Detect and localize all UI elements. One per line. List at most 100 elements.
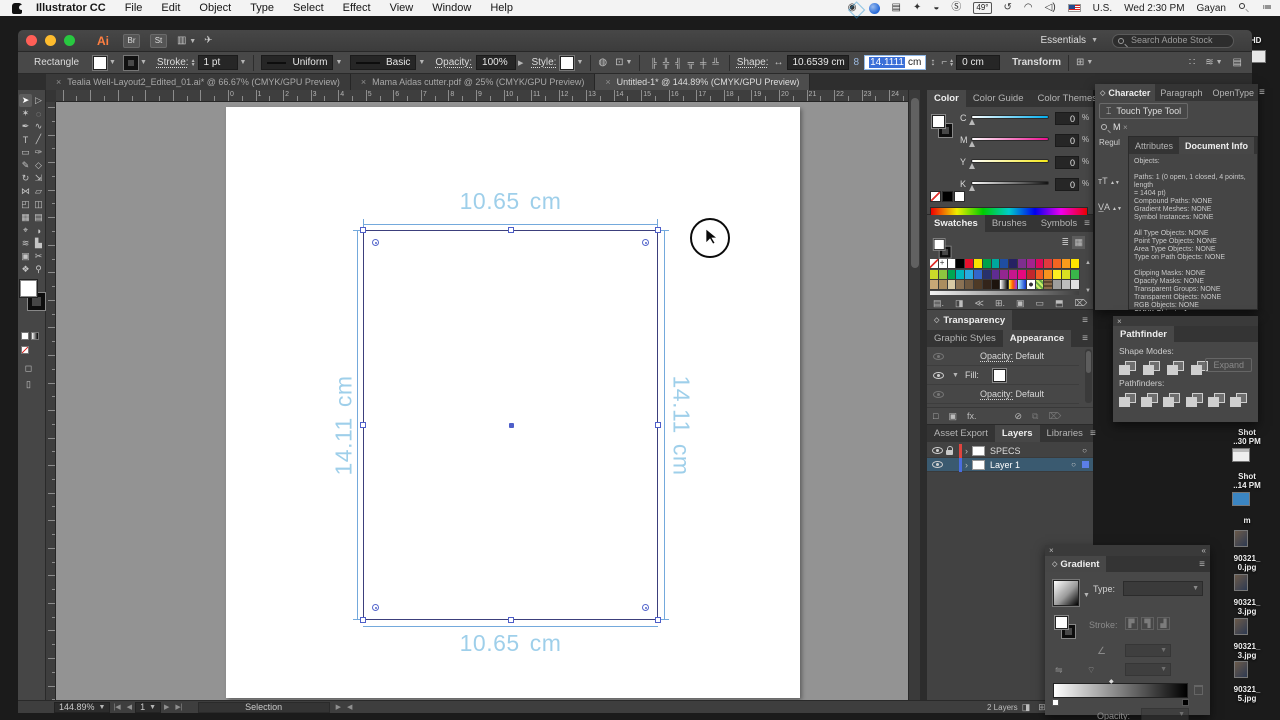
corner-widget[interactable] <box>642 239 649 246</box>
handle-bottom-center[interactable] <box>507 617 514 623</box>
horizontal-ruler[interactable]: 0 1 2 3 4 5 6 7 8 9 10 11 12 13 14 15 16 17 18 19 20 21 22 23 24 <box>46 90 908 102</box>
layer-row[interactable]: › Layer 1 ○ <box>927 457 1093 472</box>
menu-bar-clock[interactable]: Wed 2:30 PM <box>1124 3 1184 14</box>
visibility-icon[interactable] <box>932 461 943 468</box>
swatch[interactable] <box>982 280 992 290</box>
corner-widget[interactable] <box>372 604 379 611</box>
new-swatch-icon[interactable]: ⬒ <box>1055 298 1064 309</box>
visibility-icon[interactable] <box>932 447 943 454</box>
panel-menu-icon[interactable]: ≡ <box>1084 215 1095 232</box>
tab-opentype[interactable]: OpenType <box>1207 84 1259 101</box>
swatch[interactable] <box>1070 269 1080 280</box>
gradient-thumb-dropdown-icon[interactable]: ▼ <box>1083 592 1090 599</box>
first-artboard-icon[interactable]: |◀ <box>113 703 120 711</box>
bridge-button[interactable]: Br <box>123 33 140 48</box>
tab-attributes[interactable]: Attributes <box>1129 137 1179 154</box>
align-right-icon[interactable]: ╣ <box>675 58 681 68</box>
none-mode-button[interactable] <box>21 346 29 354</box>
color-fill-stroke-widget[interactable] <box>930 113 956 143</box>
gradient-thumbnail[interactable] <box>1052 579 1080 607</box>
swatch-kinds-icon[interactable]: ◨ <box>955 298 964 309</box>
swatch[interactable] <box>965 269 974 280</box>
shape-link[interactable]: Shape: <box>737 57 769 68</box>
gradient-tool[interactable]: ▤ <box>32 211 45 224</box>
handle-bottom-right[interactable] <box>655 617 661 623</box>
shape-mode-icon[interactable] <box>1119 361 1136 375</box>
duplicate-item-icon[interactable]: ⧉ <box>1032 411 1038 422</box>
shape-mode-icon[interactable] <box>1143 361 1160 375</box>
handle-top-right[interactable] <box>655 227 661 233</box>
apple-menu-icon[interactable] <box>12 2 24 14</box>
expand-button[interactable]: Expand <box>1205 358 1252 372</box>
swatch[interactable] <box>1009 269 1018 280</box>
layer-name[interactable]: SPECS <box>990 446 1021 456</box>
document-tab[interactable]: × Mama Aidas cutter.pdf @ 25% (CMYK/GPU P… <box>350 74 596 90</box>
stock-button[interactable]: St <box>150 33 167 48</box>
delete-stop-icon[interactable] <box>1194 685 1203 695</box>
swatch[interactable] <box>947 269 957 280</box>
type-tool[interactable]: T <box>19 133 32 146</box>
panel-menu-icon[interactable]: ≡ <box>1082 330 1093 347</box>
black-swatch[interactable] <box>942 191 953 202</box>
swatch[interactable] <box>1026 280 1036 290</box>
prev-artboard-icon[interactable]: ◀ <box>127 703 132 711</box>
color-themes-icon[interactable]: ≪ <box>975 298 984 309</box>
gradient-stop-start[interactable] <box>1052 699 1059 706</box>
swatch[interactable] <box>1044 269 1054 280</box>
artboard-tool[interactable]: ▣ <box>19 250 32 263</box>
swatch[interactable] <box>982 269 992 280</box>
scale-tool[interactable]: ⇲ <box>32 172 45 185</box>
curvature-tool[interactable]: ∿ <box>32 120 45 133</box>
swatch[interactable] <box>1070 259 1080 269</box>
swatch[interactable] <box>1053 259 1062 269</box>
collapse-panel-icon[interactable]: « <box>1202 546 1206 555</box>
stock-search-field[interactable]: Search Adobe Stock <box>1112 33 1234 48</box>
screen-mode-button[interactable]: ▯ <box>22 378 35 391</box>
handle-middle-right[interactable] <box>655 422 661 428</box>
draw-mode-button[interactable]: ◻ <box>22 362 35 375</box>
doc-tab-close-icon[interactable]: × <box>605 77 610 87</box>
tab-character[interactable]: ◇ Character <box>1095 84 1156 101</box>
document-tab[interactable]: × Tealia Well-Layout2_Edited_01.ai* @ 66.… <box>46 74 351 90</box>
swatch[interactable] <box>1044 259 1054 269</box>
status-flyout-icon[interactable]: ▶ <box>336 703 341 711</box>
style-link[interactable]: Style: <box>531 57 556 68</box>
clear-appearance-icon[interactable]: ⊘ <box>1014 411 1022 422</box>
delete-swatch-icon[interactable]: ⌦ <box>1075 298 1088 309</box>
swatch[interactable] <box>991 280 1001 290</box>
wifi-icon[interactable]: ◠ <box>1024 3 1033 13</box>
tab-libraries[interactable]: Libraries <box>1040 425 1090 442</box>
transform-link[interactable]: Transform <box>1012 57 1061 68</box>
swatch[interactable] <box>965 259 974 269</box>
channel-value-m[interactable]: 0 <box>1055 134 1079 147</box>
touch-type-tool-button[interactable]: ⌶ Touch Type Tool <box>1099 103 1189 119</box>
corner-radius-field[interactable]: 0 cm <box>956 55 1001 70</box>
tab-brushes[interactable]: Brushes <box>985 215 1034 232</box>
zoom-window-button[interactable] <box>64 35 75 46</box>
fill-color-well[interactable] <box>19 279 38 298</box>
align-top-icon[interactable]: ╦ <box>688 58 694 68</box>
gradient-midpoint-icon[interactable]: ◆ <box>1109 678 1114 685</box>
panel-menu-icon[interactable]: ≡ <box>1199 556 1210 572</box>
slider-thumb[interactable] <box>969 119 975 125</box>
gradient-mode-button[interactable] <box>31 332 39 340</box>
appearance-fill-swatch[interactable] <box>991 367 1007 383</box>
tab-symbols[interactable]: Symbols <box>1034 215 1084 232</box>
pathfinder-icon[interactable] <box>1185 393 1203 407</box>
swatch[interactable] <box>1026 269 1036 280</box>
slice-tool[interactable]: ✂ <box>32 250 45 263</box>
list-view-icon[interactable]: ≣ <box>1061 237 1069 248</box>
swatch[interactable] <box>974 259 983 269</box>
swatch[interactable] <box>1044 280 1054 290</box>
panel-menu-icon[interactable]: ≡ <box>1090 425 1101 442</box>
align-center-icon[interactable]: ╬ <box>663 58 669 68</box>
menu-item-illustrator-cc[interactable]: Illustrator CC <box>36 2 106 14</box>
close-panel-icon[interactable]: × <box>1117 317 1122 326</box>
channel-slider-k[interactable] <box>971 181 1049 185</box>
channel-value-y[interactable]: 0 <box>1055 156 1079 169</box>
scroll-up-icon[interactable]: ▲ <box>1085 260 1091 266</box>
stroke-panel-link[interactable]: Stroke: <box>157 57 189 68</box>
swatch[interactable] <box>1000 269 1010 280</box>
dock-divider[interactable] <box>920 90 927 700</box>
channel-slider-c[interactable] <box>971 115 1049 119</box>
